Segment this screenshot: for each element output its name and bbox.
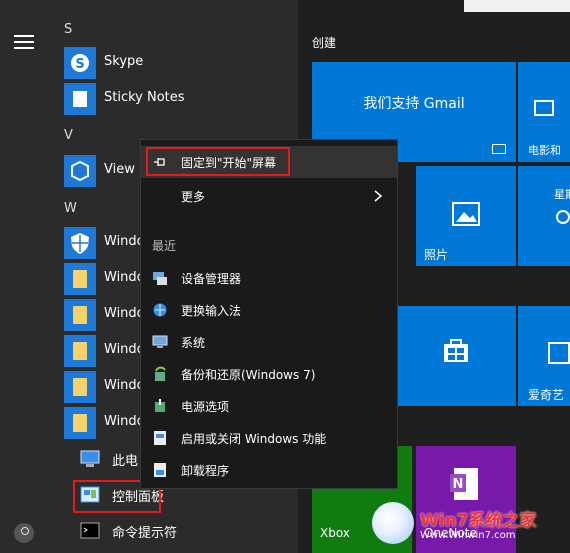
tile-group-header: 创建 <box>312 36 337 50</box>
menu-item-system[interactable]: 系统 <box>141 326 397 358</box>
computer-icon <box>74 443 106 475</box>
sticky-notes-icon <box>64 83 96 115</box>
tile-photos[interactable]: 照片 <box>416 166 516 266</box>
backup-icon <box>155 366 166 381</box>
folder-icon <box>64 299 96 331</box>
uninstall-icon <box>154 463 166 477</box>
menu-item-device-manager[interactable]: 设备管理器 <box>141 262 397 294</box>
app-label: 命令提示符 <box>112 526 178 541</box>
menu-item-label: 备份和还原(Windows 7) <box>181 368 316 382</box>
folder-icon <box>64 263 96 295</box>
globe-icon <box>153 303 167 317</box>
section-header-w[interactable]: W <box>64 201 77 216</box>
tile-store[interactable] <box>398 306 516 406</box>
app-skype[interactable]: S Skype <box>64 47 304 79</box>
chevron-right-icon <box>374 190 383 202</box>
app-command-prompt[interactable]: 命令提示符 <box>64 515 304 547</box>
start-rail <box>0 0 48 553</box>
svg-text:S: S <box>75 57 84 72</box>
section-header-v[interactable]: V <box>64 128 73 143</box>
background-window-edge <box>464 0 570 12</box>
watermark: Win7系统之家 Www.Winwin7.com <box>372 500 570 553</box>
app-label: Windo <box>104 342 145 357</box>
tile-movies-label: 电影和 <box>528 144 561 157</box>
menu-item-label: 启用或关闭 Windows 功能 <box>181 432 327 446</box>
windows-features-icon <box>154 431 166 445</box>
watermark-url: Www.Winwin7.com <box>420 530 516 541</box>
hamburger-icon[interactable] <box>14 35 34 49</box>
menu-item-more[interactable]: 更多 <box>141 180 397 212</box>
menu-item-label: 系统 <box>181 336 206 350</box>
windows-logo-icon <box>372 502 414 544</box>
sun-icon <box>556 210 570 224</box>
menu-item-power-options[interactable]: 电源选项 <box>141 390 397 422</box>
tile-iqiyi-label: 爱奇艺 <box>528 388 565 402</box>
recent-header: 最近 <box>152 239 177 253</box>
menu-item-label: 设备管理器 <box>181 272 242 286</box>
folder-icon <box>64 407 96 439</box>
tile-xbox-label: Xbox <box>320 526 350 540</box>
shield-icon <box>64 227 96 259</box>
tile-mail-label: 我们支持 Gmail <box>363 96 465 112</box>
app-label: Windo <box>104 414 145 429</box>
tile-movies[interactable]: 电影和 <box>518 62 570 162</box>
folder-icon <box>64 371 96 403</box>
menu-item-uninstall[interactable]: 卸载程序 <box>141 454 397 486</box>
mail-icon <box>492 144 506 154</box>
menu-item-windows-features[interactable]: 启用或关闭 Windows 功能 <box>141 422 397 454</box>
section-header-s[interactable]: S <box>64 22 72 37</box>
menu-item-label: 更多 <box>181 190 206 204</box>
app-label: Windo <box>104 270 145 285</box>
app-label: Skype <box>104 54 144 69</box>
tile-iqiyi[interactable]: 爱奇艺 <box>518 306 570 406</box>
photo-icon <box>452 202 480 226</box>
tile-weather[interactable]: 星期 <box>518 166 570 266</box>
iqiyi-icon <box>548 342 570 364</box>
cmd-icon <box>74 515 106 547</box>
app-label: Windo <box>104 306 145 321</box>
menu-item-label: 卸载程序 <box>181 464 230 478</box>
watermark-title: Win7系统之家 <box>420 511 537 531</box>
power-options-icon <box>155 399 165 412</box>
app-sticky-notes[interactable]: Sticky Notes <box>64 83 304 115</box>
menu-item-change-input[interactable]: 更换输入法 <box>141 294 397 326</box>
user-icon[interactable] <box>14 523 34 543</box>
cube-icon <box>64 155 96 187</box>
context-menu: 固定到"开始"屏幕 更多 最近 设备管理器 更换输入法 系统 备份和还原(Win… <box>140 139 398 489</box>
store-icon <box>444 339 468 362</box>
tile-weather-label: 星期 <box>554 188 570 201</box>
menu-item-label: 更换输入法 <box>181 304 242 318</box>
tile-photos-label: 照片 <box>424 248 449 262</box>
menu-item-label: 电源选项 <box>181 400 230 414</box>
svg-text:N: N <box>453 477 464 492</box>
menu-item-backup-restore[interactable]: 备份和还原(Windows 7) <box>141 358 397 390</box>
onenote-icon: N <box>450 468 478 500</box>
app-label: Windo <box>104 378 145 393</box>
app-label: Sticky Notes <box>104 90 185 105</box>
app-label: 此电 <box>112 454 139 469</box>
skype-icon: S <box>64 47 96 79</box>
app-label: Windo <box>104 234 145 249</box>
system-icon <box>152 335 168 348</box>
device-manager-icon <box>153 272 167 285</box>
highlight-box-pin <box>146 147 290 176</box>
folder-icon <box>64 335 96 367</box>
clapper-icon <box>534 100 554 116</box>
